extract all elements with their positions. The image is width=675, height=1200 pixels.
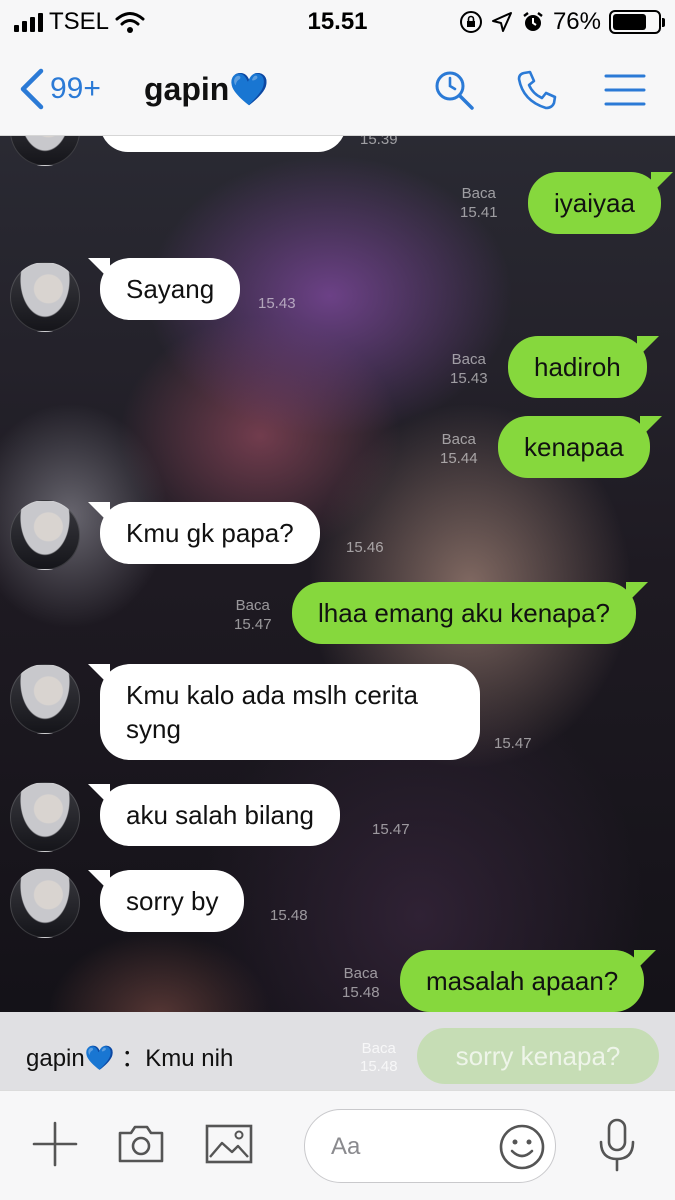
message-bubble-outgoing[interactable]: iyaiyaa — [528, 172, 673, 234]
search-icon[interactable] — [432, 68, 476, 112]
input-bar — [0, 1090, 675, 1200]
phone-icon[interactable] — [515, 68, 559, 112]
message-read-status: Baca 15.44 — [440, 431, 478, 467]
status-right: 76% — [459, 8, 665, 36]
message-bubble-outgoing[interactable]: sorry kenapa? — [417, 1028, 659, 1084]
message-time: 15.43 — [258, 295, 296, 312]
avatar[interactable] — [10, 782, 80, 852]
chat-area[interactable]: 15.39 Baca 15.41 iyaiyaa Sayang 15.43 Bac… — [0, 136, 675, 1012]
message-bubble-outgoing[interactable]: masalah apaan? — [400, 950, 657, 1012]
message-bubble-incoming[interactable]: Sayang — [87, 258, 241, 320]
alarm-icon — [523, 12, 543, 31]
message-bubble-incoming[interactable]: sorry by — [87, 870, 245, 932]
preview-text: gapin💙 ：Kmu nih — [26, 1045, 234, 1072]
message-bubble-incoming[interactable] — [100, 136, 346, 152]
message-bubble-outgoing[interactable]: hadiroh — [508, 336, 659, 398]
avatar[interactable] — [10, 262, 80, 332]
emoji-icon[interactable] — [497, 1122, 547, 1172]
message-read-status: Baca 15.43 — [450, 351, 488, 387]
avatar[interactable] — [10, 136, 80, 166]
message-time: 15.47 — [494, 735, 532, 752]
chevron-left-icon — [20, 68, 44, 110]
message-input[interactable] — [331, 1130, 481, 1164]
message-read-status: Baca 15.48 — [342, 965, 380, 1001]
menu-icon[interactable] — [603, 68, 647, 112]
battery-fill — [613, 14, 647, 30]
status-bar: TSEL 15.51 76% — [0, 0, 675, 44]
battery-percent: 76% — [552, 8, 601, 35]
message-time: 15.39 — [360, 136, 398, 148]
rotation-lock-icon — [459, 11, 482, 33]
location-icon — [491, 12, 512, 32]
message-time: 15.46 — [346, 539, 384, 556]
message-bubble-incoming[interactable]: Kmu gk papa? — [88, 502, 320, 564]
image-icon[interactable] — [204, 1119, 254, 1169]
back-button[interactable]: 99+ — [18, 68, 101, 110]
avatar[interactable] — [10, 868, 80, 938]
message-read-status: Baca 15.41 — [460, 185, 498, 221]
message-time: 15.48 — [270, 907, 308, 924]
message-bubble-outgoing[interactable]: kenapaa — [498, 416, 662, 478]
battery-icon — [609, 10, 665, 34]
message-input-field[interactable] — [304, 1109, 556, 1183]
chat-header: 99+ gapin💙 — [0, 44, 675, 136]
message-bubble-incoming[interactable]: Kmu kalo ada mslh cerita syng — [88, 664, 480, 760]
plus-icon[interactable] — [30, 1119, 80, 1169]
microphone-icon[interactable] — [594, 1117, 640, 1173]
avatar[interactable] — [10, 500, 80, 570]
message-read-status: Baca 15.47 — [234, 597, 272, 633]
chat-title[interactable]: gapin💙 — [144, 70, 269, 108]
message-time: 15.47 — [372, 821, 410, 838]
message-bubble-outgoing[interactable]: lhaa emang aku kenapa? — [292, 582, 649, 644]
unread-count: 99+ — [50, 72, 101, 105]
message-bubble-incoming[interactable]: aku salah bilang — [88, 784, 340, 846]
camera-icon[interactable] — [116, 1119, 166, 1169]
avatar[interactable] — [10, 664, 80, 734]
message-preview-bar[interactable]: gapin💙 ：Kmu nih Baca 15.48 sorry kenapa? — [0, 1012, 675, 1090]
message-read-status: Baca 15.48 — [360, 1040, 398, 1075]
